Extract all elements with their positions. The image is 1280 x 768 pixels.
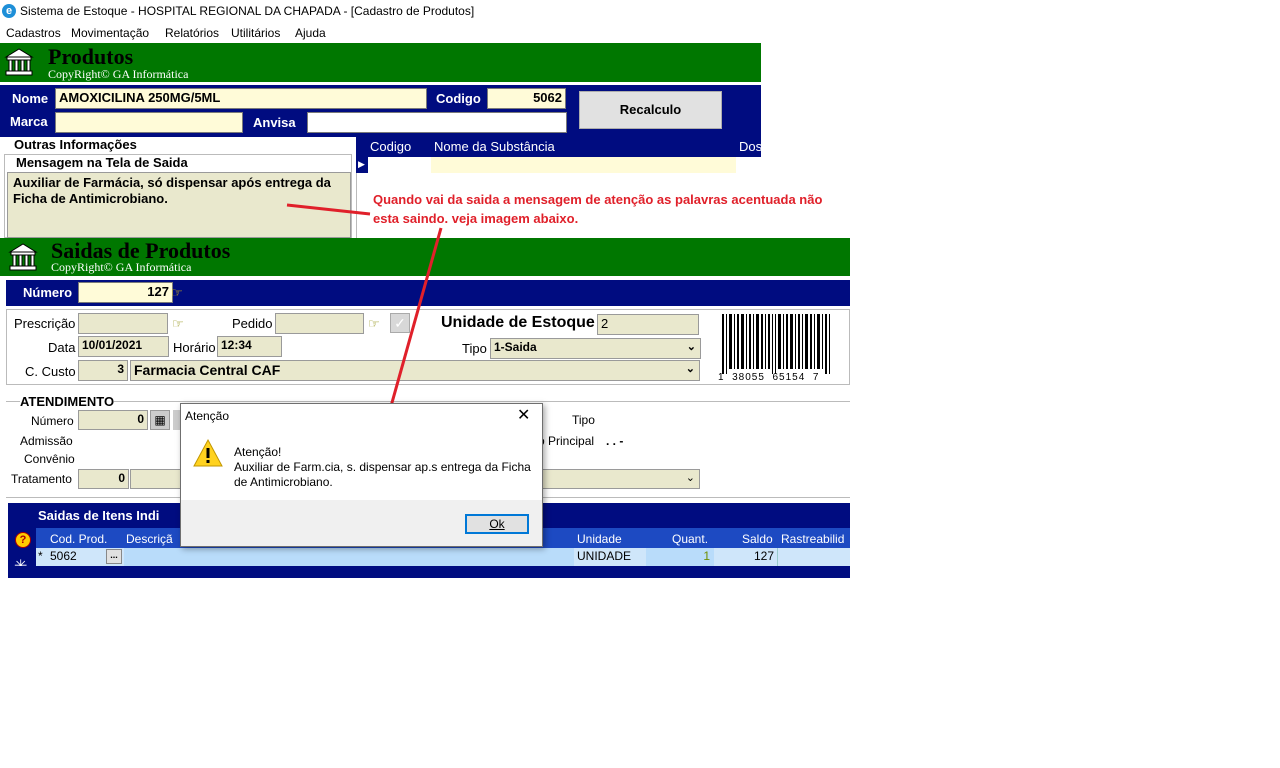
attention-dialog: Atenção ✕ Atenção! Auxiliar de Farm.cia,… <box>180 403 543 547</box>
table-row[interactable]: * 5062 ... UNIDADE 1 127 <box>36 548 850 566</box>
warning-icon <box>193 438 223 467</box>
col-saldo: Saldo <box>742 532 773 546</box>
row-quant-cell[interactable]: 1 <box>646 548 714 566</box>
close-icon[interactable]: ✕ <box>517 405 530 425</box>
convenio-label: Convênio <box>24 452 75 466</box>
itens-title: Saidas de Itens Indi <box>38 508 160 523</box>
col-quant: Quant. <box>672 532 709 546</box>
col-unidade: Unidade <box>577 532 622 546</box>
chevron-down-icon[interactable]: ⌄ <box>686 471 695 484</box>
annotation-arrows <box>286 203 443 425</box>
dialog-message: Auxiliar de Farm.cia, s. dispensar ap.s … <box>234 460 531 489</box>
row-saldo: 127 <box>754 549 775 563</box>
row-descricao[interactable] <box>124 548 574 566</box>
row-cod[interactable]: 5062 <box>50 549 77 563</box>
arrow-line-1 <box>286 203 371 216</box>
row-unidade[interactable]: UNIDADE <box>577 549 631 563</box>
col-cod-prod: Cod. Prod. <box>50 532 108 546</box>
help-icon[interactable]: ? <box>15 532 31 548</box>
col-descricao: Descriçã <box>126 532 173 546</box>
dialog-heading: Atenção! <box>234 445 282 459</box>
dialog-title: Atenção <box>185 409 230 423</box>
grid-left-strip <box>8 566 36 578</box>
col-rastreabilidade: Rastreabilid <box>781 532 845 546</box>
ok-label: Ok <box>489 517 505 531</box>
ok-button[interactable]: Ok <box>465 514 529 534</box>
row-marker: * <box>38 549 43 563</box>
row-quant: 1 <box>703 549 710 563</box>
tratamento-field[interactable]: 0 <box>78 469 129 489</box>
tratamento-label: Tratamento <box>11 472 72 486</box>
row-lookup-button[interactable]: ... <box>106 549 122 564</box>
arrow-line-2 <box>384 227 443 425</box>
